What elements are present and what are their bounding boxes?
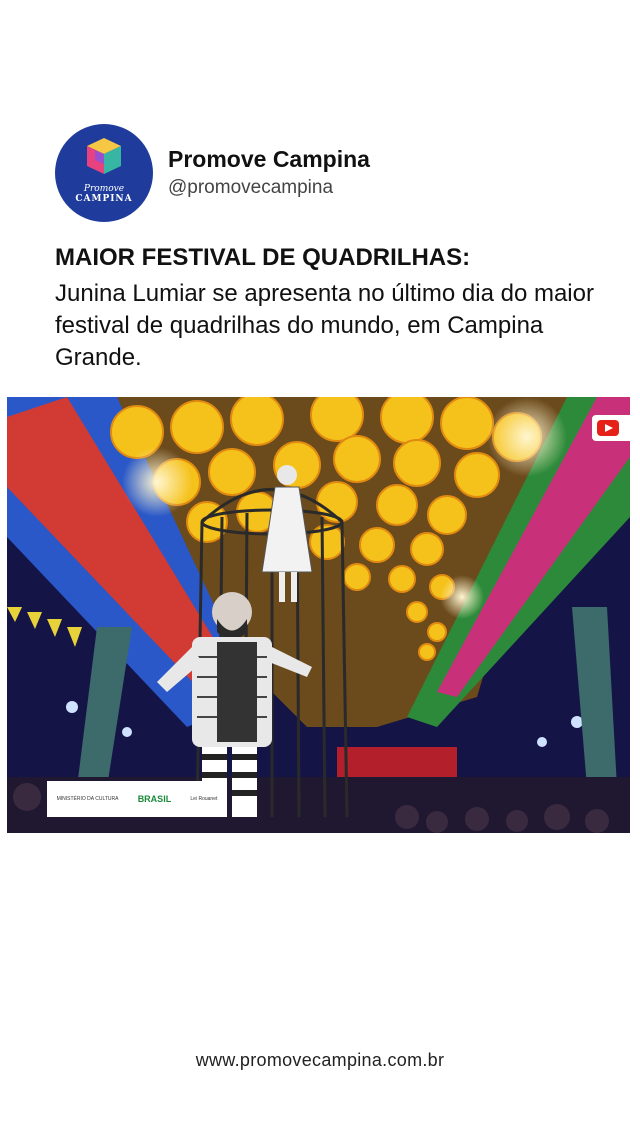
sponsor-ministerio: MINISTÉRIO DA CULTURA	[56, 795, 119, 802]
avatar-text-line2: CAMPINA	[75, 194, 133, 204]
footer-url[interactable]: www.promovecampina.com.br	[0, 1050, 640, 1071]
post-image[interactable]: MINISTÉRIO DA CULTURA BRASIL Lei Rouanet	[7, 397, 630, 833]
handle[interactable]: @promovecampina	[168, 175, 370, 201]
post-headline: MAIOR FESTIVAL DE QUADRILHAS:	[55, 244, 471, 271]
sponsor-lei-rouanet: Lei Rouanet	[190, 795, 218, 802]
display-name[interactable]: Promove Campina	[168, 145, 370, 173]
cube-logo-icon	[87, 138, 121, 174]
youtube-play-icon	[597, 420, 619, 436]
sponsor-bar: MINISTÉRIO DA CULTURA BRASIL Lei Rouanet	[47, 781, 227, 817]
festival-photo	[7, 397, 630, 833]
youtube-badge	[592, 415, 630, 441]
sponsor-brasil: BRASIL	[137, 793, 172, 804]
post-header: Promove CAMPINA Promove Campina @promove…	[55, 124, 370, 222]
post-body: Junina Lumiar se apresenta no último dia…	[55, 280, 594, 371]
profile-names: Promove Campina @promovecampina	[168, 145, 370, 201]
avatar[interactable]: Promove CAMPINA	[55, 124, 153, 222]
avatar-text-line1: Promove	[83, 184, 125, 194]
